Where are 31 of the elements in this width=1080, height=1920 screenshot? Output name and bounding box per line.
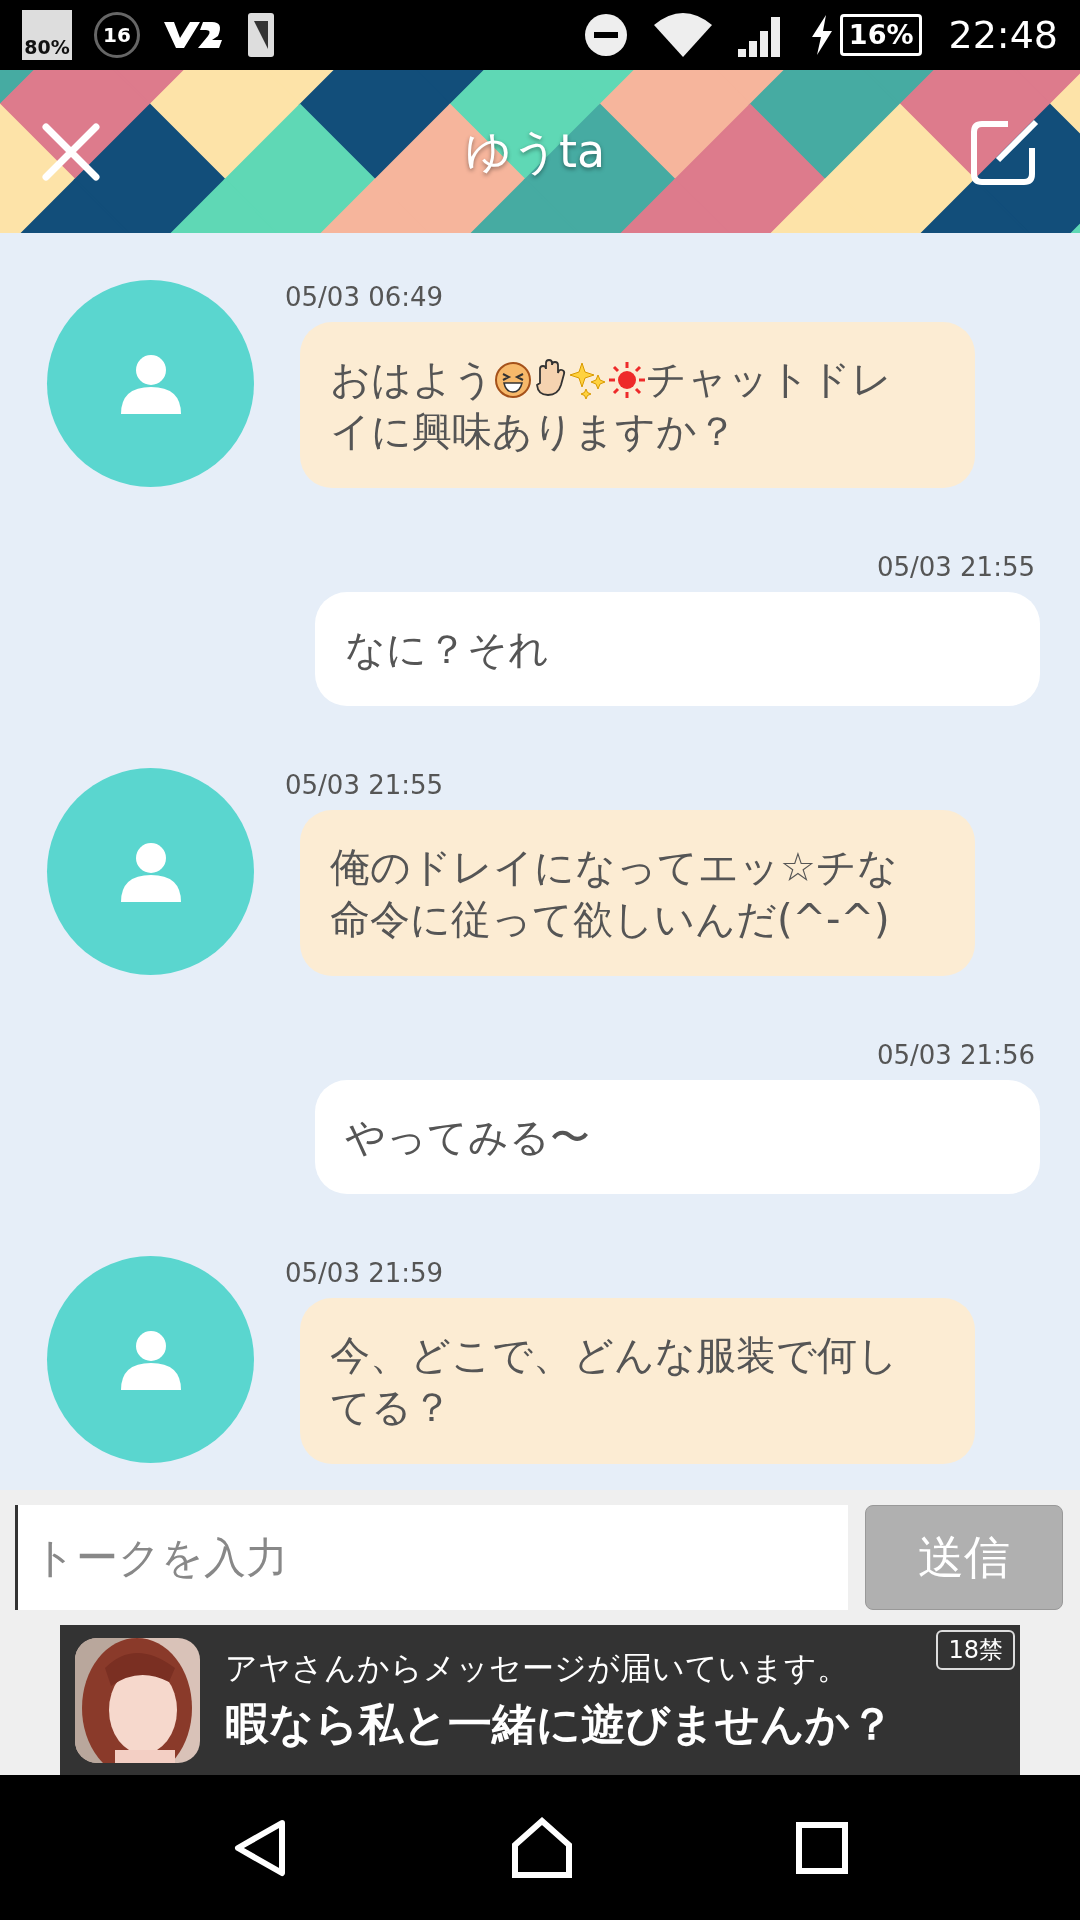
ad-headline: 暇なら私と一緒に遊びませんか？: [225, 1696, 894, 1751]
battery-saver-indicator: 80%: [22, 10, 72, 60]
close-button[interactable]: [40, 120, 102, 183]
message-text: チャットドレ: [646, 356, 892, 402]
message-text: おはよう: [330, 356, 494, 402]
clock: 22:48: [948, 13, 1058, 57]
message-time: 05/03 21:55: [876, 551, 1035, 584]
wifi-icon: [653, 13, 712, 57]
home-button[interactable]: [511, 1816, 573, 1879]
sun-icon: [608, 361, 646, 399]
message-time: 05/03 21:56: [876, 1039, 1035, 1072]
ad-banner[interactable]: アヤさんからメッセージが届いています。 暇なら私と一緒に遊びませんか？ 18禁: [60, 1625, 1020, 1775]
sim-card-icon: [246, 11, 276, 59]
age-badge: 18禁: [936, 1630, 1015, 1670]
message-text: やってみる〜: [345, 1114, 590, 1160]
sparkles-icon: [570, 361, 608, 399]
message-text: 今、どこで、どんな服装で何してる？: [330, 1332, 898, 1430]
battery-level: 16%: [839, 14, 923, 56]
ad-text: アヤさんからメッセージが届いています。: [225, 1647, 850, 1689]
message-input[interactable]: トークを入力: [15, 1505, 848, 1610]
message-time: 05/03 21:55: [285, 769, 445, 802]
message-text: なに？それ: [345, 626, 549, 672]
message-text: 俺のドレイになってエッ☆チな命令に従って欲しいんだ(^-^): [330, 844, 898, 942]
message-text: イに興味ありますか？: [330, 408, 737, 454]
do-not-disturb-icon: [583, 13, 628, 57]
grinning-face-icon: [494, 361, 532, 399]
charging-icon: [809, 15, 834, 55]
recent-apps-button[interactable]: [796, 1821, 849, 1874]
message-time: 05/03 21:59: [285, 1257, 445, 1290]
count-indicator: 16: [94, 12, 140, 58]
message-time: 05/03 06:49: [285, 281, 445, 314]
